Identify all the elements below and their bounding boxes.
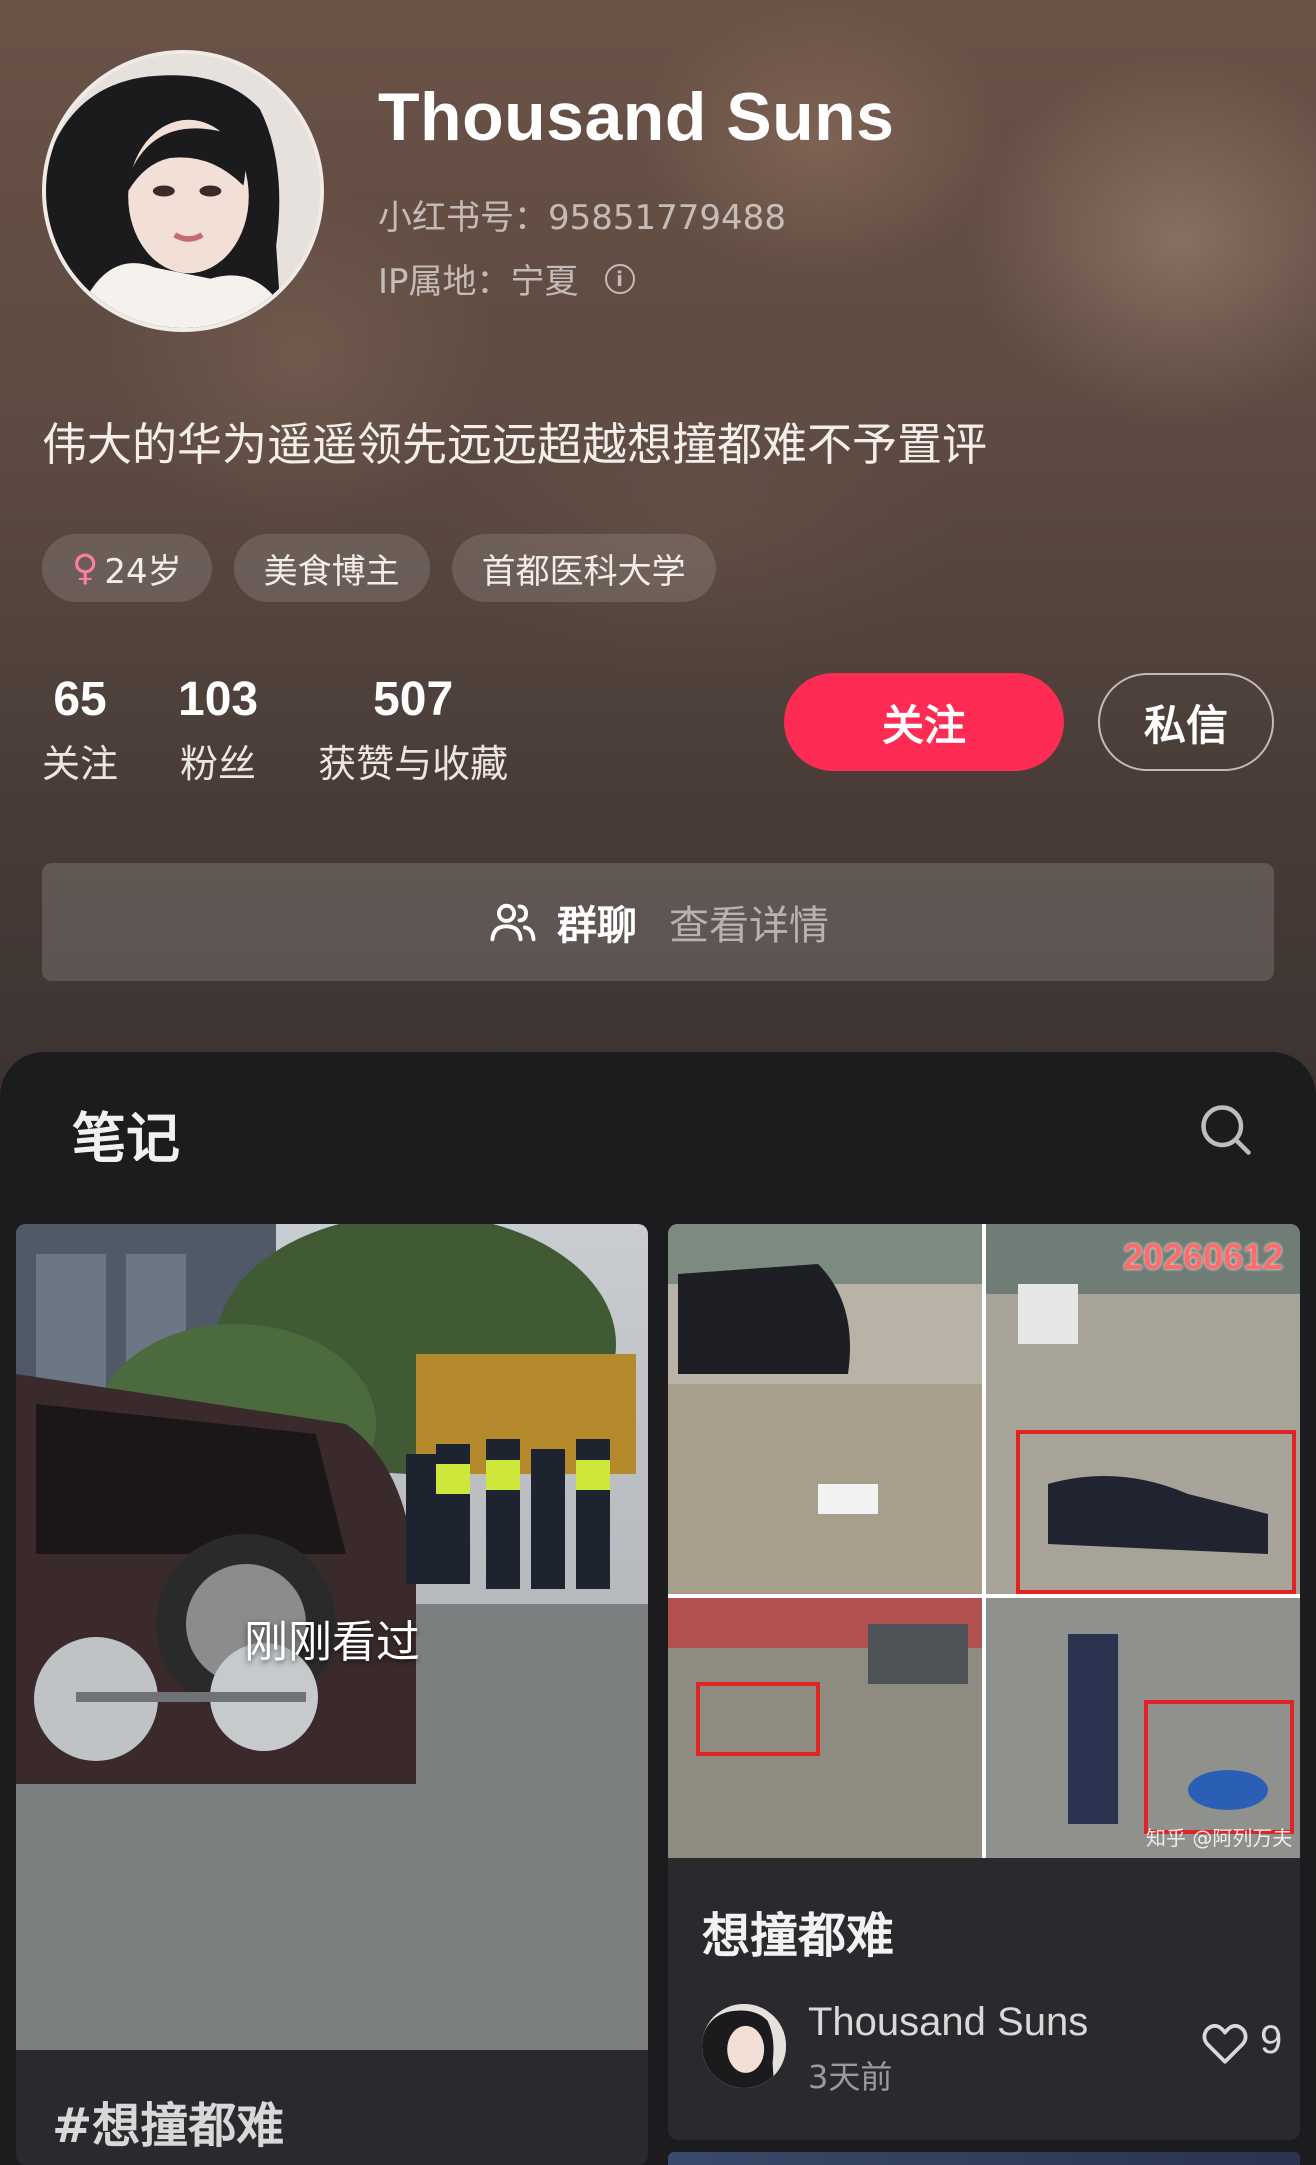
profile-tags: ♀ 24岁 美食博主 首都医科大学 — [42, 534, 716, 602]
author-name[interactable]: Thousand Suns — [808, 2000, 1088, 2045]
message-button[interactable]: 私信 — [1098, 673, 1274, 771]
profile-name: Thousand Suns — [378, 79, 895, 155]
photo-watermark: 知乎 @阿列万夫 — [1146, 1826, 1293, 1850]
following-count: 65 — [53, 673, 107, 726]
likes-count: 507 — [373, 673, 454, 726]
group-detail: 查看详情 — [669, 903, 829, 949]
profile-ip: IP属地：宁夏 i — [378, 254, 635, 303]
next-note-card-edge[interactable] — [668, 2152, 1300, 2165]
note-cover-image — [668, 1224, 1300, 1858]
profile-header: Thousand Suns 小红书号：95851779488 IP属地：宁夏 i… — [0, 0, 1316, 1100]
tag-role-text: 美食博主 — [263, 551, 400, 592]
note-card[interactable]: 刚刚看过 #想撞都难 — [16, 1224, 648, 2165]
heart-icon[interactable] — [1200, 2020, 1250, 2066]
profile-ip-text: IP属地：宁夏 — [378, 262, 579, 302]
profile-id-text: 小红书号：95851779488 — [378, 198, 786, 238]
note-author-row: Thousand Suns 3天前 9 — [702, 2000, 1283, 2096]
followers-label: 粉丝 — [180, 742, 257, 786]
profile-bio: 伟大的华为遥遥领先远远超越想撞都难不予置评 — [42, 418, 988, 471]
tag-age-text: 24岁 — [104, 551, 182, 592]
tag-school: 首都医科大学 — [451, 534, 716, 602]
female-icon: ♀ — [72, 547, 99, 589]
note-time: 3天前 — [808, 2058, 893, 2096]
following-label: 关注 — [42, 742, 119, 786]
stat-likes[interactable]: 507 获赞与收藏 — [318, 672, 508, 788]
recently-viewed-label: 刚刚看过 — [244, 1617, 420, 1668]
profile-avatar[interactable] — [42, 50, 324, 332]
follow-button[interactable]: 关注 — [784, 673, 1064, 771]
group-chat-bar[interactable]: 群聊 查看详情 — [42, 863, 1274, 981]
profile-stats: 65 关注 103 粉丝 507 获赞与收藏 — [42, 672, 508, 788]
like-count: 9 — [1260, 2018, 1283, 2062]
info-icon[interactable]: i — [604, 263, 635, 294]
note-caption: #想撞都难 — [52, 2098, 285, 2154]
note-card[interactable]: 20260612 知乎 @阿列万夫 想撞都难 Thousand Suns 3天前… — [668, 1224, 1300, 2140]
tag-school-text: 首都医科大学 — [481, 551, 686, 592]
stat-followers[interactable]: 103 粉丝 — [178, 672, 258, 788]
search-icon[interactable] — [1196, 1100, 1256, 1160]
likes-label: 获赞与收藏 — [318, 742, 509, 786]
group-label: 群聊 — [557, 903, 637, 949]
group-icon — [487, 896, 539, 948]
author-avatar[interactable] — [702, 2004, 786, 2088]
note-title: 想撞都难 — [702, 1908, 895, 1964]
tag-role: 美食博主 — [233, 534, 430, 602]
stat-following[interactable]: 65 关注 — [42, 672, 118, 788]
tag-age: ♀ 24岁 — [42, 534, 212, 602]
notes-tab-title[interactable]: 笔记 — [72, 1094, 180, 1173]
followers-count: 103 — [178, 673, 259, 726]
profile-id: 小红书号：95851779488 — [378, 190, 786, 239]
photo-date-stamp: 20260612 — [1123, 1236, 1284, 1277]
